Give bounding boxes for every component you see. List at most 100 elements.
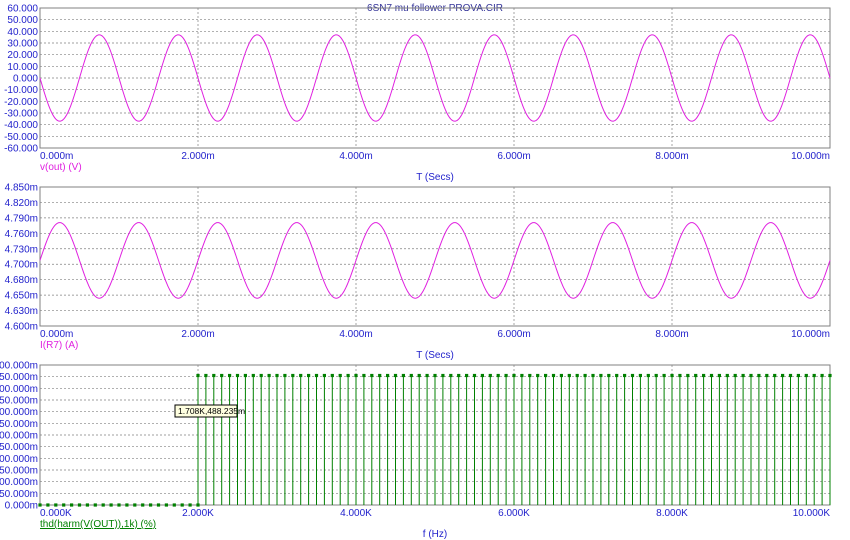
harmonic-point (638, 373, 642, 378)
harmonic-point (678, 373, 682, 378)
harmonic-point (765, 373, 769, 378)
harmonic-point (93, 503, 97, 507)
panel-thd: 600.000m550.000m500.000m450.000m400.000m… (0, 361, 832, 540)
x-tick-label: 6.000K (498, 508, 530, 519)
y-tick-label: 4.850m (5, 183, 38, 194)
harmonic-point (623, 373, 627, 378)
plot-frame (39, 186, 831, 327)
x-tick-label: 8.000m (655, 151, 688, 162)
y-tick-label: 4.680m (5, 275, 38, 286)
harmonic-point (378, 373, 382, 378)
harmonic-point (354, 373, 358, 378)
harmonic-point (101, 503, 105, 507)
y-tick-label: 450.000m (0, 396, 38, 407)
harmonic-point (212, 373, 216, 378)
harmonic-point (149, 503, 153, 507)
harmonic-point (259, 373, 263, 378)
harmonic-point (512, 373, 516, 378)
harmonic-point (267, 373, 271, 378)
x-tick-label: 6.000m (497, 329, 530, 340)
harmonic-point (77, 503, 82, 507)
y-tick-label: 550.000m (0, 372, 38, 383)
harmonic-point (630, 373, 635, 378)
y-tick-label: 4.630m (5, 306, 38, 317)
y-tick-label: 4.700m (5, 260, 38, 271)
x-tick-label: 6.000m (497, 151, 530, 162)
y-tick-label: 400.000m (0, 407, 38, 418)
harmonic-point (820, 373, 824, 378)
y-tick-label: 60.000 (7, 4, 38, 15)
harmonic-point (38, 503, 42, 507)
x-axis-label: f (Hz) (423, 529, 447, 540)
harmonic-point (804, 373, 808, 378)
y-tick-label: 50.000 (7, 15, 38, 26)
harmonic-point (544, 373, 548, 378)
harmonic-point (812, 373, 816, 378)
harmonic-point (504, 373, 508, 378)
y-tick-label: -30.000 (4, 109, 38, 120)
harmonic-point (196, 373, 200, 378)
harmonic-point (46, 503, 50, 507)
y-tick-label: -10.000 (4, 85, 38, 96)
harmonic-point (401, 373, 405, 378)
harmonic-point (733, 373, 737, 378)
harmonic-point (496, 373, 500, 378)
x-tick-label: 10.000m (791, 329, 830, 340)
series-line (39, 222, 831, 299)
y-tick-label: 20.000 (7, 50, 38, 61)
harmonic-point (425, 373, 429, 378)
x-tick-label: 4.000K (340, 508, 372, 519)
harmonic-point (465, 373, 469, 378)
y-tick-label: -20.000 (4, 97, 38, 108)
y-tick-label: -60.000 (4, 144, 38, 155)
harmonic-point (488, 373, 492, 378)
x-tick-label: 2.000K (182, 508, 214, 519)
y-tick-label: -40.000 (4, 120, 38, 131)
harmonic-point (709, 373, 714, 378)
harmonic-point (615, 373, 619, 378)
harmonic-point (591, 373, 595, 378)
y-axis-label: thd(harm(V(OUT)),1k) (%) (40, 519, 156, 530)
harmonic-point (670, 373, 674, 378)
harmonic-point (204, 373, 208, 378)
harmonic-point (386, 373, 390, 378)
y-tick-label: 300.000m (0, 431, 38, 442)
harmonic-point (125, 503, 129, 507)
harmonic-point (599, 373, 603, 378)
harmonic-point (235, 373, 240, 378)
harmonic-point (417, 373, 421, 378)
harmonic-point (85, 503, 89, 507)
y-tick-label: 50.000m (0, 489, 38, 500)
harmonic-point (70, 503, 74, 507)
x-tick-label: 8.000m (655, 329, 688, 340)
harmonic-point (536, 373, 540, 378)
harmonic-point (781, 373, 785, 378)
panel-vout: 60.00050.00040.00030.00020.00010.0000.00… (4, 4, 831, 183)
harmonic-point (299, 373, 303, 378)
harmonic-point (528, 373, 532, 378)
harmonic-point (583, 373, 587, 378)
x-tick-label: 2.000m (181, 329, 214, 340)
harmonic-point (220, 373, 224, 378)
harmonic-point (741, 373, 745, 378)
harmonic-point (717, 373, 721, 378)
harmonic-point (559, 373, 563, 378)
harmonic-point (330, 373, 334, 378)
harmonic-point (457, 373, 461, 378)
y-tick-label: 250.000m (0, 442, 38, 453)
harmonic-point (828, 373, 832, 378)
harmonic-point (141, 503, 145, 507)
simulation-plots: 6SN7 mu follower PROVA.CIR 60.00050.0004… (0, 3, 832, 540)
y-tick-label: 10.000 (7, 62, 38, 73)
x-axis-label: T (Secs) (416, 172, 454, 183)
harmonic-point (662, 373, 666, 378)
harmonic-point (346, 373, 350, 378)
harmonic-point (370, 373, 374, 378)
x-tick-label: 8.000K (656, 508, 688, 519)
x-tick-label: 0.000K (40, 508, 72, 519)
harmonic-point (54, 503, 58, 507)
x-tick-label: 4.000m (339, 151, 372, 162)
y-tick-label: -50.000 (4, 132, 38, 143)
y-tick-label: 4.730m (5, 244, 38, 255)
harmonic-point (480, 373, 484, 378)
